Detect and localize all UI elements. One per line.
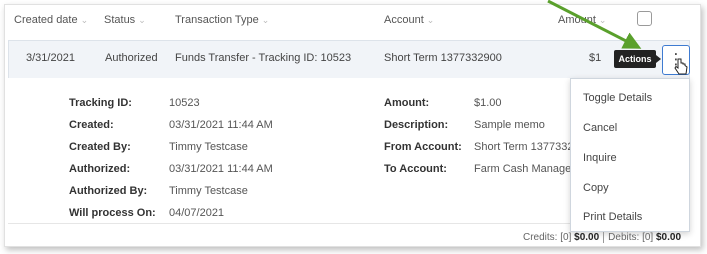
menu-item-cancel[interactable]: Cancel xyxy=(583,122,617,134)
detail-value: $1.00 xyxy=(474,97,502,109)
select-all-checkbox[interactable] xyxy=(637,11,652,26)
sort-caret-icon: ⌄ xyxy=(598,15,607,25)
detail-value: 03/31/2021 11:44 AM xyxy=(169,163,273,175)
col-header-created-date-label: Created date xyxy=(14,14,78,26)
row-status: Authorized xyxy=(105,52,158,64)
menu-item-toggle-details[interactable]: Toggle Details xyxy=(583,92,652,104)
row-amount: $1 xyxy=(589,52,602,64)
detail-label: Will process On: xyxy=(69,207,156,219)
detail-value: Farm Cash Manager xyxy=(474,163,575,175)
detail-label: Amount: xyxy=(384,97,430,109)
col-header-transaction-type-label: Transaction Type xyxy=(175,14,259,26)
col-header-account[interactable]: Account ⌄ xyxy=(384,14,434,26)
actions-tooltip: Actions xyxy=(614,50,661,68)
detail-label: Tracking ID: xyxy=(69,97,132,109)
col-header-amount-label: Amount xyxy=(558,14,596,26)
detail-value: 03/31/2021 11:44 AM xyxy=(169,119,273,131)
col-header-amount[interactable]: Amount ⌄ xyxy=(558,14,606,26)
sort-caret-icon: ⌄ xyxy=(426,15,435,25)
credits-value: $0.00 xyxy=(574,232,600,244)
detail-value: Short Term 1377332 xyxy=(474,141,574,153)
detail-value: 04/07/2021 xyxy=(169,207,225,219)
actions-dropdown-menu: Toggle Details Cancel Inquire Copy Print… xyxy=(570,78,690,232)
credits-label: Credits: [0] xyxy=(523,232,572,244)
detail-label: From Account: xyxy=(384,141,462,153)
detail-value: Timmy Testcase xyxy=(169,141,248,153)
detail-label: Created: xyxy=(69,119,114,131)
detail-value: Timmy Testcase xyxy=(169,185,248,197)
menu-item-inquire[interactable]: Inquire xyxy=(583,152,617,164)
totals-footer: Credits: [0] $0.00 Debits: [0] $0.00 xyxy=(523,232,681,243)
detail-value: Sample memo xyxy=(474,119,545,131)
menu-item-copy[interactable]: Copy xyxy=(583,182,609,194)
sort-caret-icon: ⌄ xyxy=(80,15,89,25)
menu-item-print-details[interactable]: Print Details xyxy=(583,211,642,223)
debits-label: Debits: [0] xyxy=(608,232,654,244)
detail-label: Authorized: xyxy=(69,163,131,175)
row-transaction-type: Funds Transfer - Tracking ID: 10523 xyxy=(175,52,352,64)
divider xyxy=(603,232,605,243)
detail-label: Authorized By: xyxy=(69,185,148,197)
hand-cursor-icon xyxy=(674,58,688,75)
detail-label: Created By: xyxy=(69,141,131,153)
sort-caret-icon: ⌄ xyxy=(138,15,146,25)
row-account: Short Term 1377332900 xyxy=(384,52,502,64)
sort-caret-icon: ⌄ xyxy=(261,15,270,25)
row-created-date: 3/31/2021 xyxy=(26,52,75,64)
detail-label: Description: xyxy=(384,119,449,131)
detail-value: 10523 xyxy=(169,97,200,109)
col-header-transaction-type[interactable]: Transaction Type ⌄ xyxy=(175,14,269,26)
col-header-account-label: Account xyxy=(384,14,424,26)
col-header-status-label: Status xyxy=(104,14,136,26)
col-header-created-date[interactable]: Created date ⌄ xyxy=(14,14,88,26)
col-header-status[interactable]: Status ⌄ xyxy=(104,14,146,26)
detail-label: To Account: xyxy=(384,163,447,175)
debits-value: $0.00 xyxy=(655,232,682,244)
